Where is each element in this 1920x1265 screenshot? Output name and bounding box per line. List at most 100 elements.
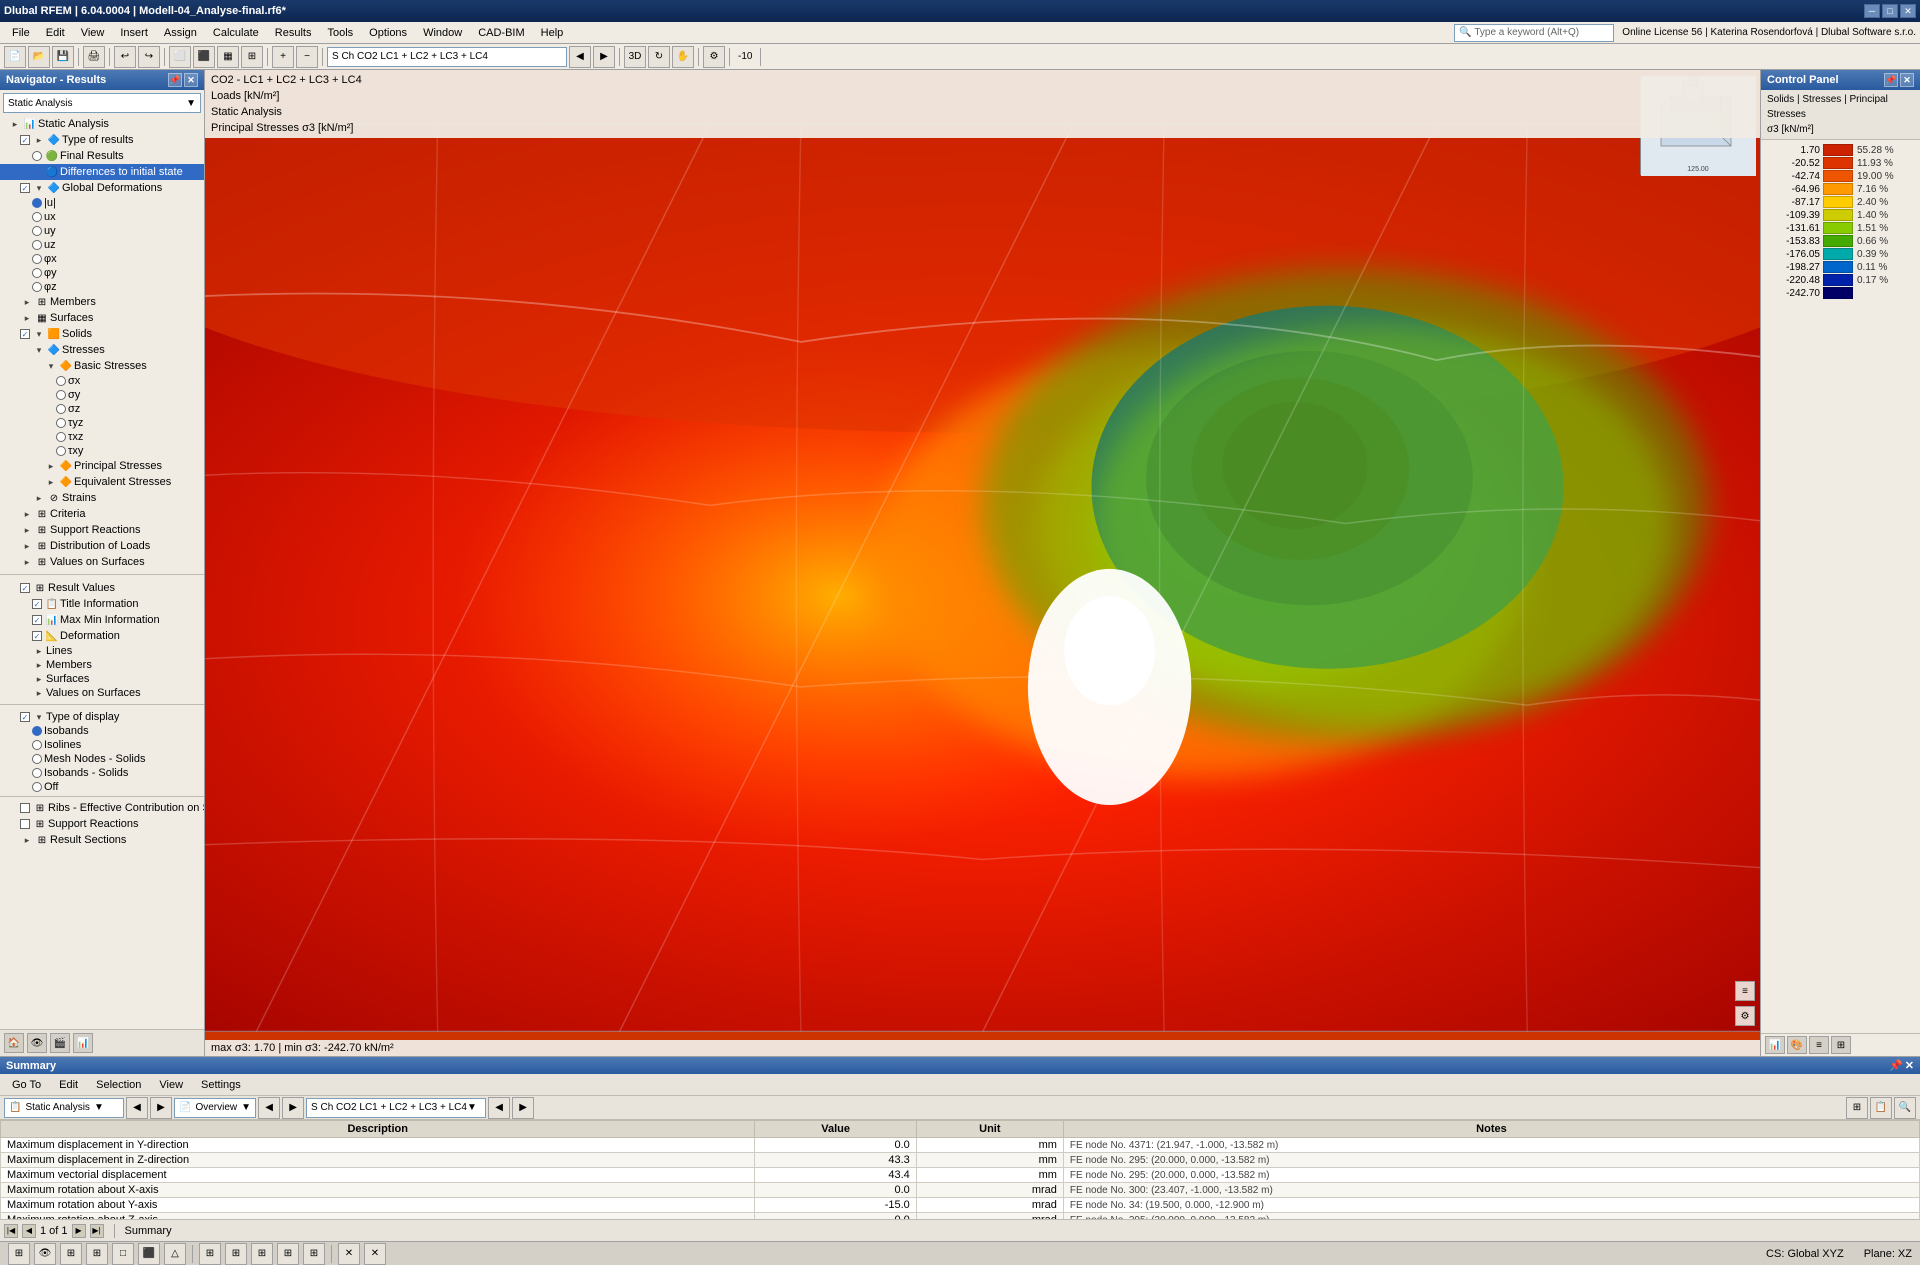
menu-calculate[interactable]: Calculate — [205, 25, 267, 41]
open-button[interactable]: 📂 — [28, 46, 50, 68]
check-ribs[interactable] — [20, 803, 30, 813]
nav-off[interactable]: Off — [0, 780, 204, 794]
nav-type-results[interactable]: ✓ ▸ 🔷 Type of results — [0, 132, 204, 148]
menu-help[interactable]: Help — [533, 25, 572, 41]
pan-btn[interactable]: ✋ — [672, 46, 694, 68]
status-btn13[interactable]: ✕ — [338, 1243, 360, 1265]
nav-sz[interactable]: σz — [0, 402, 204, 416]
check-global[interactable]: ✓ — [20, 183, 30, 193]
summary-load-combo[interactable]: S Ch CO2 LC1 + LC2 + LC3 + LC4 ▼ — [306, 1098, 486, 1118]
radio-isolines[interactable] — [32, 740, 42, 750]
summary-analysis-combo[interactable]: 📋 Static Analysis ▼ — [4, 1098, 124, 1118]
nav-support-reactions2[interactable]: ⊞ Support Reactions — [0, 816, 204, 832]
status-btn10[interactable]: ⊞ — [251, 1243, 273, 1265]
radio-phiz[interactable] — [32, 282, 42, 292]
nav-vals-on-surf[interactable]: ▸ Values on Surfaces — [0, 686, 204, 700]
minimize-button[interactable]: ─ — [1864, 4, 1880, 18]
summary-goto[interactable]: Go To — [4, 1077, 49, 1093]
check-support2[interactable] — [20, 819, 30, 829]
nav-print-btn[interactable]: 📊 — [73, 1033, 93, 1053]
nav-result-sections[interactable]: ▸ ⊞ Result Sections — [0, 832, 204, 848]
nav-lines[interactable]: ▸ Lines — [0, 644, 204, 658]
nav-distribution[interactable]: ▸ ⊞ Distribution of Loads — [0, 538, 204, 554]
nav-values-surfaces[interactable]: ▸ ⊞ Values on Surfaces — [0, 554, 204, 570]
summary-tool3[interactable]: 🔍 — [1894, 1097, 1916, 1119]
nav-surfaces3[interactable]: ▸ Surfaces — [0, 672, 204, 686]
menu-cadbim[interactable]: CAD-BIM — [470, 25, 532, 41]
nav-deformation[interactable]: ✓ 📐 Deformation — [0, 628, 204, 644]
next-case[interactable]: ▶ — [593, 46, 615, 68]
cp-tool-3[interactable]: ≡ — [1809, 1036, 1829, 1054]
radio-isobands[interactable] — [32, 726, 42, 736]
menu-results[interactable]: Results — [267, 25, 320, 41]
status-btn4[interactable]: ⊞ — [86, 1243, 108, 1265]
radio-differences[interactable] — [32, 167, 42, 177]
zoom-in-button[interactable]: + — [272, 46, 294, 68]
radio-uy[interactable] — [32, 226, 42, 236]
radio-sy[interactable] — [56, 390, 66, 400]
menu-insert[interactable]: Insert — [112, 25, 156, 41]
nav-sx[interactable]: σx — [0, 374, 204, 388]
summary-selection[interactable]: Selection — [88, 1077, 149, 1093]
menu-assign[interactable]: Assign — [156, 25, 205, 41]
nav-tyz[interactable]: τyz — [0, 416, 204, 430]
load-combo[interactable]: S Ch CO2 LC1 + LC2 + LC3 + LC4 — [327, 47, 567, 67]
nav-analysis-combo[interactable]: Static Analysis ▼ — [3, 93, 201, 113]
nav-mesh-nodes-solids[interactable]: Mesh Nodes - Solids — [0, 752, 204, 766]
summary-edit[interactable]: Edit — [51, 1077, 86, 1093]
nav-pin-button[interactable]: 📌 — [168, 73, 182, 87]
status-btn8[interactable]: ⊞ — [199, 1243, 221, 1265]
summary-pin-button[interactable]: 📌 — [1889, 1059, 1903, 1072]
view-btn1[interactable]: ⬜ — [169, 46, 191, 68]
status-btn5[interactable]: □ — [112, 1243, 134, 1265]
nav-u[interactable]: |u| — [0, 196, 204, 210]
summary-tool2[interactable]: 📋 — [1870, 1097, 1892, 1119]
menu-tools[interactable]: Tools — [319, 25, 361, 41]
menu-view[interactable]: View — [73, 25, 113, 41]
nav-static-analysis[interactable]: ▸ 📊 Static Analysis — [0, 116, 204, 132]
menu-file[interactable]: File — [4, 25, 38, 41]
close-button[interactable]: ✕ — [1900, 4, 1916, 18]
check-title[interactable]: ✓ — [32, 599, 42, 609]
nav-phiy[interactable]: φy — [0, 266, 204, 280]
view-btn2[interactable]: ⬛ — [193, 46, 215, 68]
status-btn3[interactable]: ⊞ — [60, 1243, 82, 1265]
summary-prev-btn[interactable]: ◀ — [126, 1097, 148, 1119]
check-result-values[interactable]: ✓ — [20, 583, 30, 593]
nav-members[interactable]: ▸ ⊞ Members — [0, 294, 204, 310]
nav-result-values[interactable]: ✓ ⊞ Result Values — [0, 580, 204, 596]
menu-options[interactable]: Options — [361, 25, 415, 41]
radio-txy[interactable] — [56, 446, 66, 456]
table-row[interactable]: Maximum displacement in Z-direction 43.3… — [1, 1153, 1920, 1168]
summary-filter-next[interactable]: ▶ — [282, 1097, 304, 1119]
check-solids[interactable]: ✓ — [20, 329, 30, 339]
cp-tool-2[interactable]: 🎨 — [1787, 1036, 1807, 1054]
nav-global-deformations[interactable]: ✓ ▾ 🔷 Global Deformations — [0, 180, 204, 196]
3d-view-btn[interactable]: 3D — [624, 46, 646, 68]
summary-settings[interactable]: Settings — [193, 1077, 249, 1093]
nav-title-info[interactable]: ✓ 📋 Title Information — [0, 596, 204, 612]
viewport-settings-btn[interactable]: ⚙ — [1735, 1006, 1755, 1026]
status-btn11[interactable]: ⊞ — [277, 1243, 299, 1265]
nav-txy[interactable]: τxy — [0, 444, 204, 458]
nav-model-btn[interactable]: 🏠 — [4, 1033, 24, 1053]
zoom-out-button[interactable]: − — [296, 46, 318, 68]
status-btn7[interactable]: △ — [164, 1243, 186, 1265]
nav-equiv[interactable]: ▸ 🔶 Equivalent Stresses — [0, 474, 204, 490]
nav-ux[interactable]: ux — [0, 210, 204, 224]
radio-mesh[interactable] — [32, 754, 42, 764]
menu-edit[interactable]: Edit — [38, 25, 73, 41]
prev-case[interactable]: ◀ — [569, 46, 591, 68]
summary-first-btn[interactable]: |◀ — [4, 1224, 18, 1238]
summary-filter-prev[interactable]: ◀ — [258, 1097, 280, 1119]
status-btn2[interactable]: 👁 — [34, 1243, 56, 1265]
summary-tool1[interactable]: ⊞ — [1846, 1097, 1868, 1119]
radio-u[interactable] — [32, 198, 42, 208]
nav-isolines[interactable]: Isolines — [0, 738, 204, 752]
nav-txz[interactable]: τxz — [0, 430, 204, 444]
menu-window[interactable]: Window — [415, 25, 470, 41]
maximize-button[interactable]: □ — [1882, 4, 1898, 18]
summary-lc-prev[interactable]: ◀ — [488, 1097, 510, 1119]
nav-video-btn[interactable]: 🎬 — [50, 1033, 70, 1053]
check-type-results[interactable]: ✓ — [20, 135, 30, 145]
